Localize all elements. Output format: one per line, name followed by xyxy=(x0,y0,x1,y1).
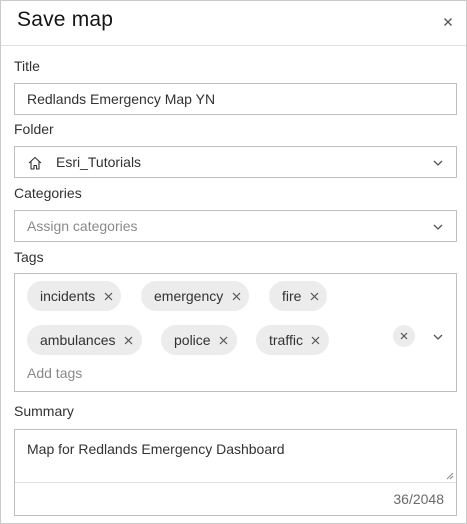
tags-label: Tags xyxy=(14,249,44,265)
title-label: Title xyxy=(14,58,40,74)
close-icon xyxy=(312,336,320,344)
title-input-value: Redlands Emergency Map YN xyxy=(27,91,216,107)
categories-label: Categories xyxy=(14,185,82,201)
remove-tag-button[interactable] xyxy=(95,281,121,311)
tag-chip-label: incidents xyxy=(40,288,96,304)
summary-value: Map for Redlands Emergency Dashboard xyxy=(27,441,285,457)
remove-tag-button[interactable] xyxy=(301,281,327,311)
dialog-title: Save map xyxy=(17,8,114,31)
tag-chip-label: police xyxy=(174,332,211,348)
summary-divider xyxy=(15,482,456,483)
dialog-header: Save map xyxy=(1,1,466,46)
chevron-down-icon xyxy=(433,160,443,166)
folder-select[interactable]: Esri_Tutorials xyxy=(14,146,457,178)
clear-all-tags-button[interactable] xyxy=(393,325,415,347)
chevron-down-icon[interactable] xyxy=(432,331,444,343)
folder-label: Folder xyxy=(14,121,54,137)
tag-chip-police: police xyxy=(161,325,237,355)
tag-chip-ambulances: ambulances xyxy=(27,325,142,355)
categories-select[interactable]: Assign categories xyxy=(14,210,457,242)
character-counter: 36/2048 xyxy=(393,491,444,507)
remove-tag-button[interactable] xyxy=(223,281,249,311)
categories-placeholder: Assign categories xyxy=(27,218,138,234)
tag-chip-fire: fire xyxy=(269,281,328,311)
close-icon xyxy=(310,292,319,300)
close-icon xyxy=(232,292,241,300)
folder-value: Esri_Tutorials xyxy=(56,154,142,170)
close-button[interactable] xyxy=(436,11,460,35)
close-icon xyxy=(104,292,113,300)
tag-chip-label: fire xyxy=(282,288,302,304)
tags-input[interactable]: incidents emergency fire ambulances poli xyxy=(14,273,457,392)
remove-tag-button[interactable] xyxy=(116,325,142,355)
summary-label: Summary xyxy=(14,403,74,419)
summary-textarea[interactable]: Map for Redlands Emergency Dashboard 36/… xyxy=(14,429,457,516)
remove-tag-button[interactable] xyxy=(211,325,237,355)
tag-chip-label: traffic xyxy=(269,332,303,348)
home-icon xyxy=(28,156,42,170)
tag-chip-label: ambulances xyxy=(40,332,116,348)
title-input[interactable]: Redlands Emergency Map YN xyxy=(14,83,457,115)
remove-tag-button[interactable] xyxy=(303,325,329,355)
close-icon xyxy=(124,336,133,344)
chevron-down-icon xyxy=(433,224,443,230)
tag-chip-label: emergency xyxy=(154,288,224,304)
tag-chip-traffic: traffic xyxy=(256,325,329,355)
close-icon xyxy=(444,18,452,26)
close-icon xyxy=(400,332,408,340)
save-map-dialog: Save map Title Redlands Emergency Map YN… xyxy=(0,0,467,524)
close-icon xyxy=(219,336,228,344)
tag-chip-incidents: incidents xyxy=(27,281,122,311)
add-tags-input[interactable]: Add tags xyxy=(27,365,82,381)
resize-grip-icon[interactable] xyxy=(444,470,454,480)
tag-chip-emergency: emergency xyxy=(141,281,250,311)
